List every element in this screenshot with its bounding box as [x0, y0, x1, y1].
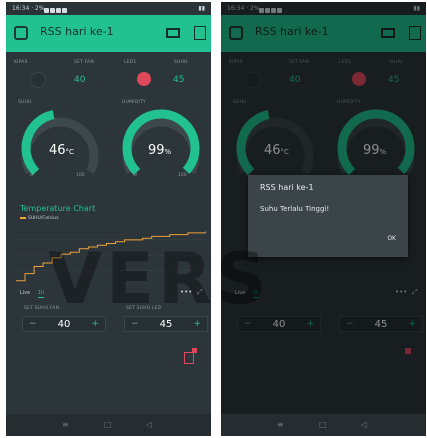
humidity-gauge-unit: % — [164, 148, 172, 156]
alert-dialog: RSS hari ke-1 Suhu Terlalu Tinggi! OK — [248, 175, 408, 257]
phone-screen-main: 16:34 · 2% ▮▮ RSS hari ke-1 KIPAS SET FA… — [6, 2, 211, 436]
navigation-bar: ≡ □ ◁ — [6, 414, 211, 436]
plus-icon[interactable]: + — [91, 319, 99, 329]
navigation-bar: ≡ □ ◁ — [221, 414, 426, 436]
label-suhu-top: SUHU — [174, 60, 188, 65]
menu-icon[interactable]: ≡ — [277, 420, 284, 429]
temperature-gauge-unit: °C — [65, 148, 74, 156]
dialog-title: RSS hari ke-1 — [260, 183, 314, 192]
status-time: 16:34 · 2% — [12, 5, 45, 12]
home-icon[interactable]: □ — [104, 420, 112, 429]
notification-badge — [192, 348, 197, 353]
label-kipas: KIPAS — [14, 60, 28, 65]
led-red — [137, 72, 151, 86]
tab-live[interactable]: Live — [20, 290, 30, 296]
value-set-fan: 40 — [74, 75, 86, 85]
back-nav-icon[interactable]: ◁ — [146, 420, 152, 429]
dialog-ok-button[interactable]: OK — [387, 235, 396, 242]
status-bar: 16:34 · 2% ▮▮ — [6, 2, 211, 15]
label-led: LED1 — [124, 60, 137, 65]
chart-legend: SUHU/Celcius — [20, 216, 58, 221]
temperature-gauge-max: 100 — [76, 173, 85, 178]
led-kipas — [30, 72, 46, 88]
value-suhu-top: 45 — [173, 75, 185, 85]
project-title: RSS hari ke-1 — [40, 25, 114, 38]
back-icon[interactable] — [14, 26, 28, 40]
humidity-gauge-min: 0 — [134, 173, 137, 178]
home-icon[interactable]: □ — [319, 420, 327, 429]
temperature-gauge-min: 0 — [30, 173, 33, 178]
battery-icon: ▮▮ — [198, 5, 205, 12]
label-suhu-gauge: SUHU — [18, 100, 32, 105]
menu-icon[interactable]: ≡ — [62, 420, 69, 429]
chart-title: Temperature Chart — [20, 204, 96, 213]
back-nav-icon[interactable]: ◁ — [361, 420, 367, 429]
notification-widget-icon[interactable] — [184, 352, 194, 364]
chart-tabs: Live 1h — [20, 290, 45, 298]
temperature-gauge-value: 46°C — [49, 143, 74, 158]
device-icon[interactable] — [166, 28, 180, 38]
watermark: VERS — [48, 238, 271, 320]
dialog-message: Suhu Terlalu Tinggi! — [260, 205, 330, 213]
phone-screen-alert: 16:34 · 2% ▮▮ RSS hari ke-1 KIPAS SET FA… — [221, 2, 426, 436]
app-bar: RSS hari ke-1 — [6, 15, 211, 52]
tab-1h[interactable]: 1h — [37, 290, 45, 298]
plus-icon[interactable]: + — [193, 319, 201, 329]
humidity-gauge-value: 99% — [148, 143, 172, 158]
label-set-fan: SET FAN — [74, 60, 94, 65]
humidity-gauge-max: 100 — [178, 173, 187, 178]
label-humidity-gauge: HUMIDITY — [122, 100, 146, 105]
stop-icon[interactable] — [194, 26, 206, 40]
